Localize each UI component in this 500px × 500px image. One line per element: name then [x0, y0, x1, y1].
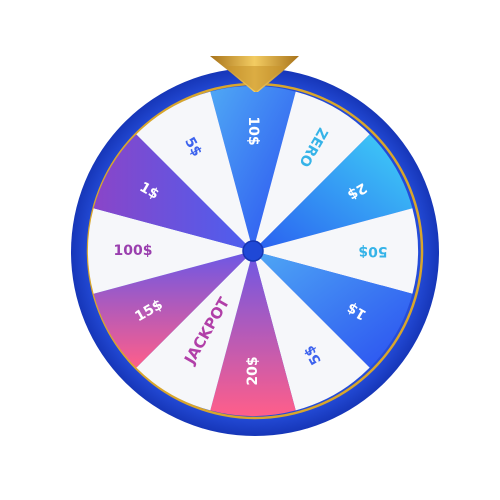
- spin-wheel-game: 10$ ZERO 2$ 50$ 1$ 5$ 20$ JACKPOT 15$ 100$ 1$ 5$: [0, 0, 500, 500]
- segment-label: 50$: [358, 243, 387, 259]
- center-hub-icon[interactable]: [242, 240, 264, 262]
- segment-label: 100$: [114, 243, 153, 259]
- segment-label: 20$: [245, 356, 261, 385]
- prize-wheel[interactable]: 10$ ZERO2$50$1$5$20$JACKPOT15$100$1$5$: [0, 0, 500, 500]
- segment-label: 10$: [245, 116, 261, 145]
